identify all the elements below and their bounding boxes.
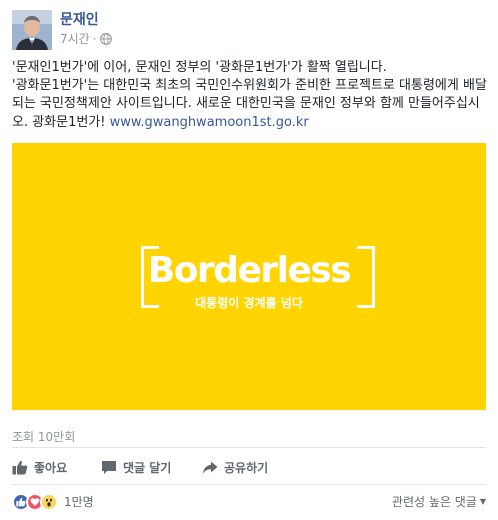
facebook-post: 문재인 7시간 · '문재인1번가'에 이어, 문재인 정부의 '광화문1번가'… bbox=[0, 0, 498, 520]
reaction-summary[interactable]: 1만명 bbox=[12, 492, 94, 512]
post-message: '문재인1번가'에 이어, 문재인 정부의 '광화문1번가'가 활짝 열립니다.… bbox=[12, 59, 488, 132]
thumbs-up-icon bbox=[12, 460, 28, 474]
external-link[interactable]: www.gwanghwamoon1st.go.kr bbox=[110, 115, 309, 130]
comment-button[interactable]: 댓글 달기 bbox=[101, 459, 171, 476]
post-text-line1: '문재인1번가'에 이어, 문재인 정부의 '광화문1번가'가 활짝 열립니다. bbox=[12, 60, 387, 75]
avatar-image bbox=[12, 10, 52, 50]
avatar[interactable] bbox=[12, 10, 52, 50]
comment-sort-dropdown[interactable]: 관련성 높은 댓글 ▼ bbox=[392, 494, 486, 510]
image-brand-text: Borderless bbox=[147, 250, 352, 291]
comment-label: 댓글 달기 bbox=[123, 460, 172, 475]
post-meta: 문재인 7시간 · bbox=[60, 11, 112, 50]
share-arrow-icon bbox=[202, 461, 218, 474]
post-text-body: '광화문1번가'는 대한민국 최초의 국민인수위원회가 준비한 프로젝트로 대통… bbox=[12, 77, 488, 132]
like-label: 좋아요 bbox=[34, 460, 68, 475]
author-name[interactable]: 문재인 bbox=[60, 11, 112, 29]
share-button[interactable]: 공유하기 bbox=[202, 459, 268, 476]
globe-icon[interactable] bbox=[99, 33, 112, 45]
chevron-down-icon: ▼ bbox=[479, 497, 486, 506]
comment-icon bbox=[102, 460, 116, 474]
image-subtitle: 대통령이 경계를 넘다 bbox=[195, 296, 303, 310]
action-bar: 좋아요 댓글 달기 공유하기 bbox=[12, 456, 486, 478]
comment-sort-label: 관련성 높은 댓글 bbox=[391, 495, 477, 509]
view-count: 조회 10만회 bbox=[12, 430, 76, 444]
post-header: 문재인 7시간 · bbox=[12, 10, 112, 50]
post-image[interactable]: Borderless 대통령이 경계를 넘다 bbox=[12, 143, 486, 410]
divider bbox=[12, 447, 486, 448]
wow-reaction-icon bbox=[40, 493, 58, 511]
timestamp-row: 7시간 · bbox=[60, 31, 112, 47]
timestamp[interactable]: 7시간 bbox=[60, 31, 90, 47]
time-separator: · bbox=[92, 32, 97, 46]
share-label: 공유하기 bbox=[224, 460, 269, 475]
like-button[interactable]: 좋아요 bbox=[12, 459, 67, 476]
reaction-count: 1만명 bbox=[64, 495, 94, 509]
divider bbox=[12, 484, 486, 485]
